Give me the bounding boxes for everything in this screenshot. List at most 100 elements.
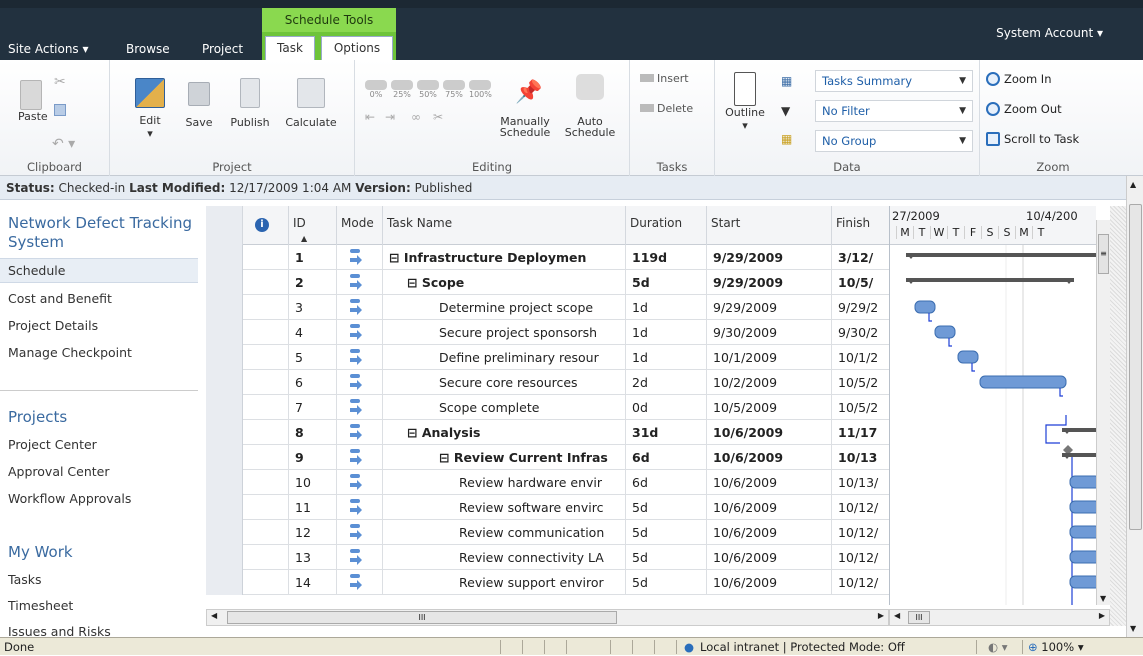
header-id[interactable]: ID ▲	[289, 206, 337, 245]
auto-schedule-button[interactable]: Auto Schedule	[560, 74, 620, 138]
duration-cell[interactable]: 1d	[626, 345, 707, 370]
cut-icon[interactable]: ✂	[54, 74, 66, 90]
id-cell[interactable]: 3	[289, 295, 337, 320]
gantt-scroll-left-icon[interactable]: ◀	[894, 611, 900, 620]
table-row[interactable]: 2 ⊟ Scope 5d 9/29/2009 10/5/	[206, 270, 889, 295]
duration-cell[interactable]: 6d	[626, 445, 707, 470]
duration-cell[interactable]: 0d	[626, 395, 707, 420]
id-cell[interactable]: 8	[289, 420, 337, 445]
task-name-cell[interactable]: Review software envirc	[383, 495, 626, 520]
header-mode[interactable]: Mode	[337, 206, 383, 245]
nav-item-cost-benefit[interactable]: Cost and Benefit	[8, 291, 112, 306]
mode-cell[interactable]	[337, 420, 383, 445]
duration-cell[interactable]: 5d	[626, 270, 707, 295]
duration-cell[interactable]: 1d	[626, 320, 707, 345]
table-row[interactable]: 12 Review communication 5d 10/6/2009 10/12/	[206, 520, 889, 545]
mode-cell[interactable]	[337, 395, 383, 420]
start-cell[interactable]: 9/29/2009	[707, 245, 832, 270]
finish-cell[interactable]: 10/12/	[832, 495, 889, 520]
mode-cell[interactable]	[337, 370, 383, 395]
outline-button[interactable]: Outline ▾	[725, 72, 765, 132]
start-cell[interactable]: 9/29/2009	[707, 270, 832, 295]
task-name-cell[interactable]: Scope complete	[383, 395, 626, 420]
site-actions-menu[interactable]: Site Actions ▾	[0, 38, 97, 60]
row-selector[interactable]	[206, 420, 243, 445]
row-selector[interactable]	[206, 245, 243, 270]
zoom-in-button[interactable]: Zoom In	[986, 72, 1052, 86]
row-selector[interactable]	[206, 395, 243, 420]
nav-item-workflow-approvals[interactable]: Workflow Approvals	[8, 491, 131, 506]
duration-cell[interactable]: 5d	[626, 495, 707, 520]
mode-cell[interactable]	[337, 520, 383, 545]
grid-scroll-right-icon[interactable]: ▶	[878, 611, 884, 620]
mode-cell[interactable]	[337, 445, 383, 470]
finish-cell[interactable]: 10/1/2	[832, 345, 889, 370]
manually-schedule-button[interactable]: Manually Schedule	[495, 116, 555, 138]
zoom-level[interactable]: ⊕ 100% ▾	[1028, 638, 1084, 656]
start-cell[interactable]: 10/5/2009	[707, 395, 832, 420]
table-row[interactable]: 13 Review connectivity LA 5d 10/6/2009 10/12…	[206, 545, 889, 570]
row-selector[interactable]	[206, 445, 243, 470]
project-site-title[interactable]: Network Defect Tracking System	[8, 214, 198, 252]
table-row[interactable]: 3 Determine project scope 1d 9/29/2009 9/29/…	[206, 295, 889, 320]
gantt-scroll-thumb[interactable]: ≡	[1098, 234, 1109, 274]
table-row[interactable]: 7 Scope complete 0d 10/5/2009 10/5/2	[206, 395, 889, 420]
gantt-horizontal-scrollbar[interactable]: ◀ III ▶	[889, 609, 1110, 626]
table-row[interactable]: 10 Review hardware envir 6d 10/6/2009 10/13/	[206, 470, 889, 495]
start-cell[interactable]: 9/29/2009	[707, 295, 832, 320]
row-selector[interactable]	[206, 470, 243, 495]
projects-heading[interactable]: Projects	[8, 408, 67, 427]
grid-horizontal-scrollbar[interactable]: ◀ III ▶	[206, 609, 889, 626]
gantt-scroll-right-icon[interactable]: ▶	[1099, 611, 1105, 620]
id-cell[interactable]: 2	[289, 270, 337, 295]
row-selector[interactable]	[206, 495, 243, 520]
finish-cell[interactable]: 10/12/	[832, 545, 889, 570]
calculate-button[interactable]: Calculate	[280, 78, 342, 129]
row-selector[interactable]	[206, 345, 243, 370]
header-duration[interactable]: Duration	[626, 206, 707, 245]
finish-cell[interactable]: 10/5/	[832, 270, 889, 295]
nav-item-project-center[interactable]: Project Center	[8, 437, 97, 452]
header-task-name[interactable]: Task Name	[383, 206, 626, 245]
nav-item-issues-risks[interactable]: Issues and Risks	[8, 624, 111, 637]
duration-cell[interactable]: 1d	[626, 295, 707, 320]
duration-cell[interactable]: 5d	[626, 545, 707, 570]
security-zone[interactable]: Local intranet | Protected Mode: Off	[700, 638, 905, 656]
pct-100-button[interactable]: 100%	[469, 80, 492, 99]
start-cell[interactable]: 10/6/2009	[707, 520, 832, 545]
task-name-cell[interactable]: Determine project scope	[383, 295, 626, 320]
task-name-cell[interactable]: Secure core resources	[383, 370, 626, 395]
start-cell[interactable]: 10/6/2009	[707, 545, 832, 570]
outdent-icon[interactable]: ⇤	[365, 110, 375, 124]
finish-cell[interactable]: 3/12/	[832, 245, 889, 270]
task-name-cell[interactable]: Review communication	[383, 520, 626, 545]
table-row[interactable]: 11 Review software envirc 5d 10/6/2009 10/12…	[206, 495, 889, 520]
row-selector[interactable]	[206, 370, 243, 395]
nav-item-project-details[interactable]: Project Details	[8, 318, 98, 333]
start-cell[interactable]: 10/6/2009	[707, 495, 832, 520]
id-cell[interactable]: 4	[289, 320, 337, 345]
finish-cell[interactable]: 10/13/	[832, 470, 889, 495]
finish-cell[interactable]: 9/30/2	[832, 320, 889, 345]
edit-button[interactable]: Edit ▾	[132, 78, 168, 140]
finish-cell[interactable]: 11/17	[832, 420, 889, 445]
duration-cell[interactable]: 119d	[626, 245, 707, 270]
task-name-cell[interactable]: Secure project sponsorsh	[383, 320, 626, 345]
id-cell[interactable]: 1	[289, 245, 337, 270]
nav-item-manage-checkpoint[interactable]: Manage Checkpoint	[8, 345, 132, 360]
mode-cell[interactable]	[337, 270, 383, 295]
protected-mode-icon[interactable]: ◐ ▾	[988, 638, 1007, 656]
finish-cell[interactable]: 10/5/2	[832, 395, 889, 420]
finish-cell[interactable]: 10/12/	[832, 520, 889, 545]
gantt-scroll-down-icon[interactable]: ▼	[1100, 594, 1106, 603]
start-cell[interactable]: 10/6/2009	[707, 570, 832, 595]
copy-icon[interactable]	[54, 104, 66, 116]
row-selector[interactable]	[206, 295, 243, 320]
grid-scroll-left-icon[interactable]: ◀	[211, 611, 217, 620]
duration-cell[interactable]: 5d	[626, 520, 707, 545]
task-name-cell[interactable]: ⊟ Infrastructure Deploymen	[383, 245, 626, 270]
page-vertical-scrollbar[interactable]: ▲ ▼	[1126, 176, 1143, 637]
scroll-thumb[interactable]	[1129, 204, 1142, 530]
account-menu[interactable]: System Account ▾	[996, 26, 1103, 40]
table-row[interactable]: 6 Secure core resources 2d 10/2/2009 10/5/2	[206, 370, 889, 395]
